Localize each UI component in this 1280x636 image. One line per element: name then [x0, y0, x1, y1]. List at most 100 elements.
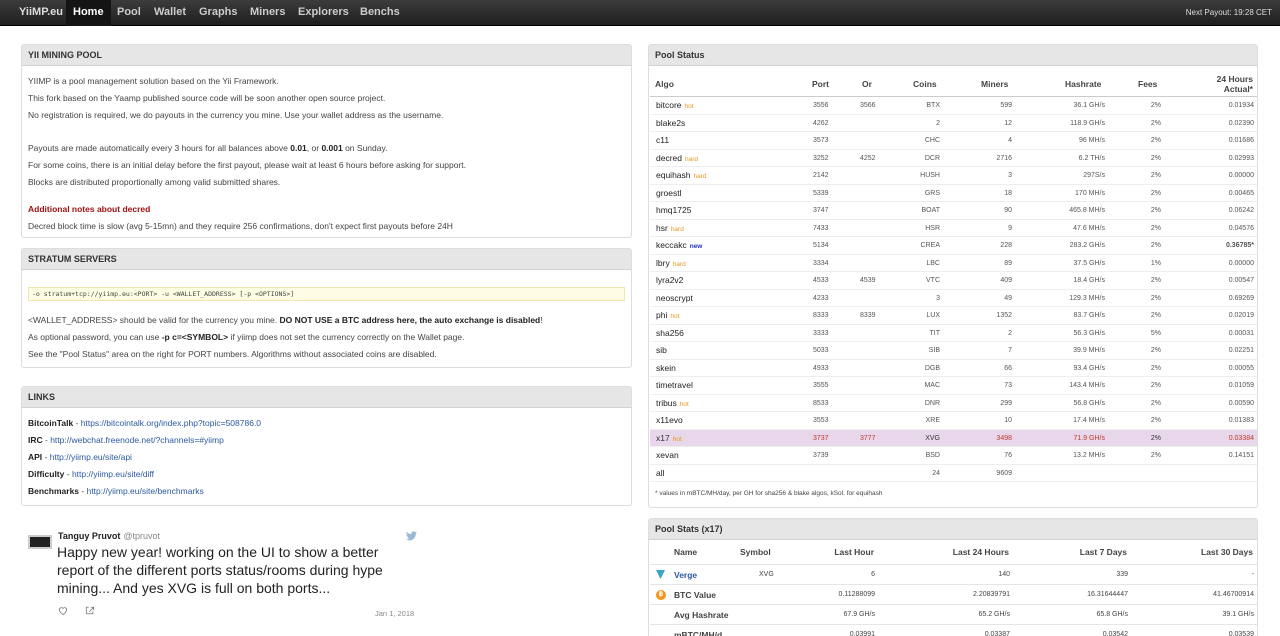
pool-row-algo[interactable]: lyra2v2 — [656, 272, 683, 289]
pool-row-algo[interactable]: sib — [656, 342, 667, 359]
nav-graphs[interactable]: Graphs — [192, 0, 245, 26]
link-benchmarks-url[interactable]: http://yiimp.eu/site/benchmarks — [87, 486, 204, 496]
pool-row-algo[interactable]: bitcore hot — [656, 97, 694, 115]
nav-explorers[interactable]: Explorers — [291, 0, 356, 26]
col-hashrate[interactable]: Hashrate — [1065, 79, 1101, 89]
pool-row-algo[interactable]: neoscrypt — [656, 290, 693, 307]
pool-row-coins[interactable]: HSR — [900, 220, 940, 237]
pool-row-coins[interactable]: HUSH — [900, 167, 940, 184]
pool-row-algo[interactable]: phi hot — [656, 307, 679, 325]
pool-row-coins[interactable]: SIB — [900, 342, 940, 359]
pool-row-algo[interactable]: keccakc new — [656, 237, 702, 255]
pool-row-coins[interactable]: CHC — [900, 132, 940, 149]
twitter-bird-icon[interactable] — [406, 531, 417, 541]
pool-row-coins[interactable]: DCR — [900, 150, 940, 167]
pool-row-algo[interactable]: tribus hot — [656, 395, 689, 413]
pool-row-x17[interactable]: x17 hot 3737 3777 XVG 3498 71.9 GH/s 2% 0.03384 — [650, 429, 1257, 448]
nav-miners[interactable]: Miners — [243, 0, 292, 26]
pool-row-coins[interactable]: DGB — [900, 360, 940, 377]
link-difficulty-url[interactable]: http://yiimp.eu/site/diff — [72, 469, 154, 479]
pool-row-algo[interactable]: hmq1725 — [656, 202, 691, 219]
share-icon[interactable] — [85, 606, 95, 615]
col-miners[interactable]: Miners — [981, 79, 1008, 89]
pool-row-neoscrypt[interactable]: neoscrypt 4233 3 49 129.3 MH/s 2% 0.69269 — [650, 290, 1257, 307]
pool-row-c11[interactable]: c11 3573 CHC 4 96 MH/s 2% 0.01686 — [650, 132, 1257, 150]
pool-row-sha256[interactable]: sha256 3333 TIT 2 56.3 GH/s 5% 0.00031 — [650, 325, 1257, 342]
stats-col-name[interactable]: Name — [674, 547, 697, 557]
pool-row-coins[interactable]: 24 — [900, 465, 940, 482]
link-irc-url[interactable]: http://webchat.freenode.net/?channels=#y… — [50, 435, 224, 445]
nav-home[interactable]: Home — [66, 0, 111, 26]
pool-row-xevan[interactable]: xevan 3739 BSD 76 13.2 MH/s 2% 0.14151 — [650, 447, 1257, 465]
pool-row-algo[interactable]: all — [656, 465, 665, 482]
pool-row-coins[interactable]: GRS — [900, 185, 940, 202]
pool-row-coins[interactable]: CREA — [900, 237, 940, 254]
pool-row-coins[interactable]: DNR — [900, 395, 940, 412]
pool-row-x11evo[interactable]: x11evo 3553 XRE 10 17.4 MH/s 2% 0.01383 — [650, 412, 1257, 430]
pool-row-bitcore[interactable]: bitcore hot 3556 3566 BTX 599 36.1 GH/s 2% 0.019… — [650, 97, 1257, 115]
pool-row-algo[interactable]: skein — [656, 360, 676, 377]
pool-row-coins[interactable]: LUX — [900, 307, 940, 324]
pool-row-sib[interactable]: sib 5033 SIB 7 39.9 MH/s 2% 0.02251 — [650, 342, 1257, 360]
pool-row-coins[interactable]: XRE — [900, 412, 940, 429]
pool-row-algo[interactable]: timetravel — [656, 377, 693, 394]
pool-row-coins[interactable]: VTC — [900, 272, 940, 289]
stats-col-last-7d[interactable]: Last 7 Days — [1027, 547, 1127, 557]
pool-row-algo[interactable]: c11 — [656, 132, 669, 149]
pool-row-coins[interactable]: XVG — [900, 430, 940, 447]
pool-row-algo[interactable]: blake2s — [656, 115, 685, 132]
pool-row-coins[interactable]: TIT — [900, 325, 941, 342]
pool-row-lyra2v2[interactable]: lyra2v2 4533 4539 VTC 409 18.4 GH/s 2% 0.00547 — [650, 272, 1257, 290]
link-bitcointalk-url[interactable]: https://bitcointalk.org/index.php?topic=… — [81, 418, 261, 428]
pool-row-groestl[interactable]: groestl 5339 GRS 18 170 MH/s 2% 0.00465 — [650, 185, 1257, 202]
stats-col-last-hour[interactable]: Last Hour — [804, 547, 874, 557]
link-api-url[interactable]: http://yiimp.eu/site/api — [50, 452, 132, 462]
pool-row-algo[interactable]: x11evo — [656, 412, 683, 429]
pool-row-all[interactable]: all 24 9609 — [650, 465, 1257, 482]
pool-row-coins[interactable]: BTX — [900, 97, 940, 114]
nav-benchs[interactable]: Benchs — [353, 0, 407, 26]
pool-row-algo[interactable]: groestl — [656, 185, 682, 202]
stratum-command[interactable]: -o stratum+tcp://yiimp.eu:<PORT> -u <WAL… — [28, 287, 625, 301]
nav-wallet[interactable]: Wallet — [147, 0, 193, 26]
stats-name[interactable]: Verge — [674, 570, 697, 580]
pool-row-hsr[interactable]: hsr hard 7433 HSR 9 47.6 MH/s 2% 0.04576 — [650, 220, 1257, 238]
col-or[interactable]: Or — [862, 79, 872, 89]
pool-row-algo[interactable]: x17 hot — [656, 430, 682, 448]
pool-row-coins[interactable]: MAC — [900, 377, 940, 394]
pool-row-algo[interactable]: decred hard — [656, 150, 698, 168]
col-24h-actual[interactable]: 24 Hours Actual* — [1204, 74, 1253, 94]
pool-row-coins[interactable]: 3 — [900, 290, 940, 307]
tweet-date[interactable]: Jan 1, 2018 — [375, 609, 414, 618]
stats-col-symbol[interactable]: Symbol — [740, 547, 771, 557]
tweet-avatar[interactable] — [28, 535, 52, 549]
pool-row-blake2s[interactable]: blake2s 4262 2 12 118.9 GH/s 2% 0.02390 — [650, 115, 1257, 132]
pool-row-coins[interactable]: BSD — [900, 447, 940, 464]
pool-row-coins[interactable]: BOAT — [900, 202, 940, 219]
pool-row-coins[interactable]: 2 — [900, 115, 940, 132]
pool-row-coins[interactable]: LBC — [900, 255, 940, 272]
brand-logo[interactable]: YiiMP.eu — [19, 6, 63, 18]
pool-row-tribus[interactable]: tribus hot 8533 DNR 299 56.8 GH/s 2% 0.00590 — [650, 395, 1257, 413]
pool-row-phi[interactable]: phi hot 8333 8339 LUX 1352 83.7 GH/s 2% 0.02019 — [650, 307, 1257, 325]
pool-row-algo[interactable]: sha256 — [656, 325, 684, 342]
pool-row-skein[interactable]: skein 4933 DGB 66 93.4 GH/s 2% 0.00055 — [650, 360, 1257, 377]
pool-row-algo[interactable]: equihash hard — [656, 167, 707, 185]
pool-row-decred[interactable]: decred hard 3252 4252 DCR 2716 6.2 TH/s 2% 0.029… — [650, 150, 1257, 168]
nav-pool[interactable]: Pool — [110, 0, 148, 26]
col-algo[interactable]: Algo — [655, 79, 674, 89]
pool-row-algo[interactable]: lbry hard — [656, 255, 686, 273]
pool-row-timetravel[interactable]: timetravel 3555 MAC 73 143.4 MH/s 2% 0.01059 — [650, 377, 1257, 395]
col-coins[interactable]: Coins — [913, 79, 937, 89]
tweet-author[interactable]: Tanguy Pruvot @tpruvot — [58, 531, 160, 541]
pool-row-lbry[interactable]: lbry hard 3334 LBC 89 37.5 GH/s 1% 0.00000 — [650, 255, 1257, 273]
pool-row-algo[interactable]: hsr hard — [656, 220, 684, 238]
heart-icon[interactable] — [58, 606, 68, 615]
pool-row-equihash[interactable]: equihash hard 2142 HUSH 3 297S/s 2% 0.00000 — [650, 167, 1257, 185]
stats-col-last-30d[interactable]: Last 30 Days — [1149, 547, 1253, 557]
pool-row-hmq1725[interactable]: hmq1725 3747 BOAT 90 465.8 MH/s 2% 0.06242 — [650, 202, 1257, 220]
col-port[interactable]: Port — [812, 79, 829, 89]
pool-row-algo[interactable]: xevan — [656, 447, 679, 464]
pool-row-keccakc[interactable]: keccakc new 5134 CREA 228 283.2 GH/s 2% 0.36785… — [650, 237, 1257, 255]
stats-col-last-24h[interactable]: Last 24 Hours — [909, 547, 1009, 557]
